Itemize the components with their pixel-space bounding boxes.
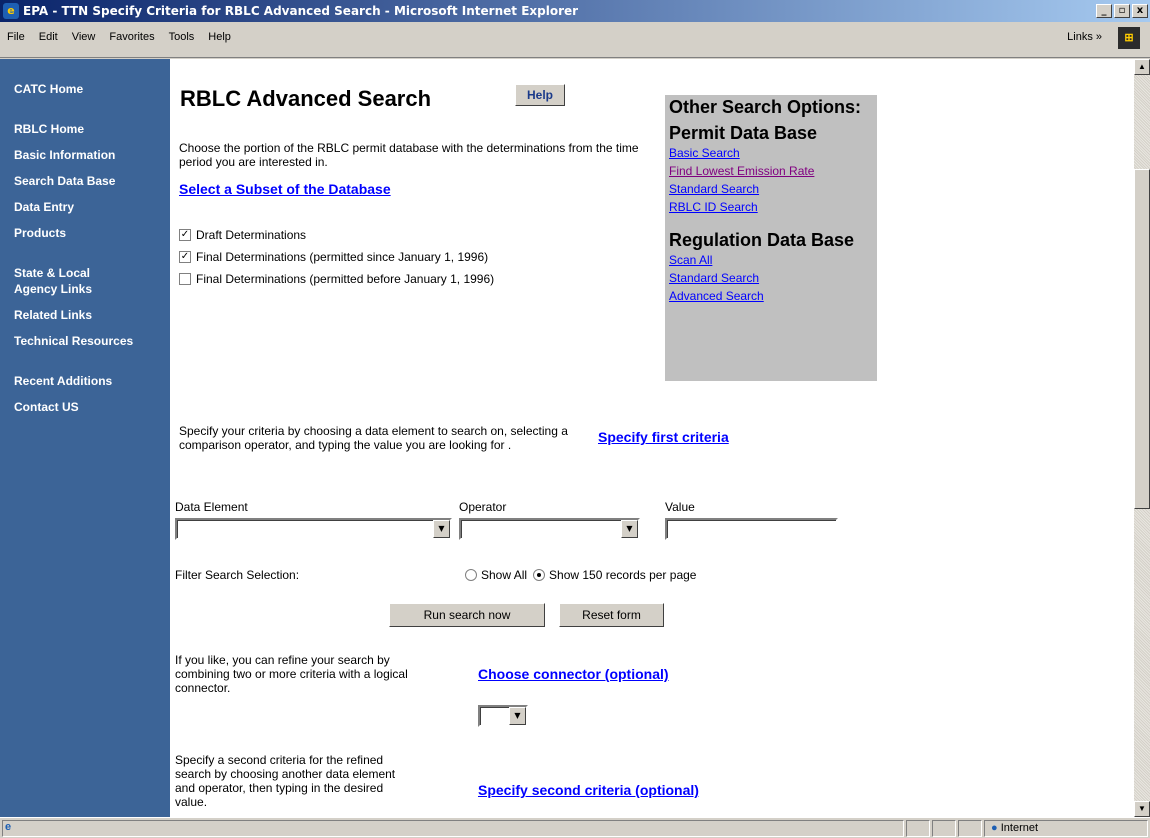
- menu-bar: File Edit View Favorites Tools Help Link…: [0, 22, 1150, 58]
- ie-window-icon[interactable]: e: [3, 3, 19, 19]
- second-criteria-instructions: Specify a second criteria for the refine…: [175, 753, 396, 809]
- sidebar-item-rblc-home[interactable]: RBLC Home: [0, 121, 170, 137]
- menu-file[interactable]: File: [0, 31, 32, 43]
- permit-db-heading: Permit Data Base: [669, 123, 818, 143]
- help-button[interactable]: Help: [515, 84, 565, 106]
- scroll-up-icon[interactable]: ▲: [1134, 59, 1150, 75]
- checkbox-row-final-since-1996[interactable]: ✓ Final Determinations (permitted since …: [179, 250, 488, 264]
- specify-second-criteria-link[interactable]: Specify second criteria (optional): [478, 782, 699, 798]
- links-toolbar[interactable]: Links »: [1067, 31, 1118, 43]
- connector-select[interactable]: ▼: [478, 705, 528, 727]
- choose-connector-link[interactable]: Choose connector (optional): [478, 666, 669, 682]
- show-all-label: Show All: [481, 568, 528, 582]
- value-input[interactable]: [665, 518, 838, 540]
- checkbox-label-draft: Draft Determinations: [196, 228, 307, 242]
- chevron-down-icon[interactable]: ▼: [433, 520, 450, 538]
- scroll-down-icon[interactable]: ▼: [1134, 801, 1150, 817]
- final-before-1996-checkbox[interactable]: [179, 273, 191, 285]
- sidebar-item-state-local-agency-links[interactable]: State & Local Agency Links: [0, 265, 100, 297]
- sidebar-item-products[interactable]: Products: [0, 225, 170, 241]
- chevron-down-icon[interactable]: ▼: [509, 707, 526, 725]
- regulation-standard-search-link[interactable]: Standard Search: [669, 269, 873, 287]
- final-since-1996-checkbox[interactable]: ✓: [179, 251, 191, 263]
- status-cell: [958, 820, 982, 837]
- page-title: RBLC Advanced Search: [180, 86, 432, 111]
- basic-search-link[interactable]: Basic Search: [669, 144, 873, 162]
- rblc-id-search-link[interactable]: RBLC ID Search: [669, 198, 873, 216]
- select-subset-link[interactable]: Select a Subset of the Database: [179, 181, 391, 197]
- menu-view[interactable]: View: [65, 31, 103, 43]
- subset-intro-text: Choose the portion of the RBLC permit da…: [179, 141, 639, 169]
- checkbox-label-final-before-1996: Final Determinations (permitted before J…: [196, 272, 495, 286]
- other-options-title: Other Search Options:: [669, 97, 862, 117]
- sidebar-nav: CATC Home RBLC Home Basic Information Se…: [0, 59, 170, 817]
- filter-search-label: Filter Search Selection:: [175, 568, 300, 582]
- status-text-cell: e: [2, 820, 904, 837]
- minimize-button[interactable]: _: [1096, 4, 1112, 18]
- checkbox-label-final-since-1996: Final Determinations (permitted since Ja…: [196, 250, 489, 264]
- run-search-button[interactable]: Run search now: [389, 603, 545, 627]
- scan-all-link[interactable]: Scan All: [669, 251, 873, 269]
- sidebar-item-recent-additions[interactable]: Recent Additions: [0, 373, 170, 389]
- windows-logo-icon: ⊞: [1118, 27, 1140, 49]
- page-content: CATC Home RBLC Home Basic Information Se…: [0, 59, 1134, 817]
- maximize-button[interactable]: ▫: [1114, 4, 1130, 18]
- sidebar-item-technical-resources[interactable]: Technical Resources: [0, 333, 170, 349]
- specify-first-criteria-link[interactable]: Specify first criteria: [598, 429, 729, 445]
- data-element-select[interactable]: ▼: [175, 518, 452, 540]
- status-cell: [906, 820, 930, 837]
- sidebar-item-search-data-base[interactable]: Search Data Base: [0, 173, 170, 189]
- show-all-radio[interactable]: [465, 569, 477, 581]
- status-cell: [932, 820, 956, 837]
- regulation-advanced-search-link[interactable]: Advanced Search: [669, 287, 873, 305]
- data-element-label: Data Element: [175, 500, 248, 514]
- sidebar-item-related-links[interactable]: Related Links: [0, 307, 170, 323]
- checkbox-row-draft[interactable]: ✓ Draft Determinations: [179, 228, 306, 242]
- security-zone-cell: ● Internet: [984, 820, 1148, 837]
- criteria-instructions: Specify your criteria by choosing a data…: [179, 424, 568, 452]
- operator-select[interactable]: ▼: [459, 518, 640, 540]
- show-150-radio[interactable]: [533, 569, 546, 581]
- menu-edit[interactable]: Edit: [32, 31, 65, 43]
- zone-label: Internet: [1000, 822, 1039, 834]
- refine-instructions: If you like, you can refine your search …: [175, 653, 408, 695]
- menu-help[interactable]: Help: [201, 31, 238, 43]
- menu-tools[interactable]: Tools: [162, 31, 202, 43]
- value-label: Value: [665, 500, 695, 514]
- status-bar: e ● Internet: [0, 817, 1150, 838]
- draft-determinations-checkbox[interactable]: ✓: [179, 229, 191, 241]
- sidebar-item-basic-information[interactable]: Basic Information: [0, 147, 170, 163]
- records-filter-group: Show All Show 150 records per page: [465, 568, 696, 582]
- checkbox-row-final-before-1996[interactable]: Final Determinations (permitted before J…: [179, 272, 494, 286]
- chevron-down-icon[interactable]: ▼: [621, 520, 638, 538]
- window-title: EPA - TTN Specify Criteria for RBLC Adva…: [23, 4, 579, 18]
- other-search-options-panel: Other Search Options: Permit Data Base B…: [665, 95, 877, 381]
- close-button[interactable]: x: [1132, 4, 1148, 18]
- scroll-thumb[interactable]: [1134, 169, 1150, 509]
- operator-label: Operator: [459, 500, 507, 514]
- title-bar: e EPA - TTN Specify Criteria for RBLC Ad…: [0, 0, 1150, 22]
- reset-form-button[interactable]: Reset form: [559, 603, 664, 627]
- vertical-scrollbar[interactable]: ▲ ▼: [1134, 59, 1150, 817]
- menu-favorites[interactable]: Favorites: [102, 31, 161, 43]
- find-lowest-emission-rate-link[interactable]: Find Lowest Emission Rate: [669, 162, 873, 180]
- sidebar-item-contact-us[interactable]: Contact US: [0, 399, 170, 415]
- sidebar-item-catc-home[interactable]: CATC Home: [0, 81, 170, 97]
- regulation-db-heading: Regulation Data Base: [669, 230, 855, 250]
- permit-standard-search-link[interactable]: Standard Search: [669, 180, 873, 198]
- page-status-icon: e: [5, 821, 12, 833]
- internet-zone-icon: ●: [991, 822, 998, 834]
- sidebar-item-data-entry[interactable]: Data Entry: [0, 199, 170, 215]
- show-150-label: Show 150 records per page: [549, 568, 697, 582]
